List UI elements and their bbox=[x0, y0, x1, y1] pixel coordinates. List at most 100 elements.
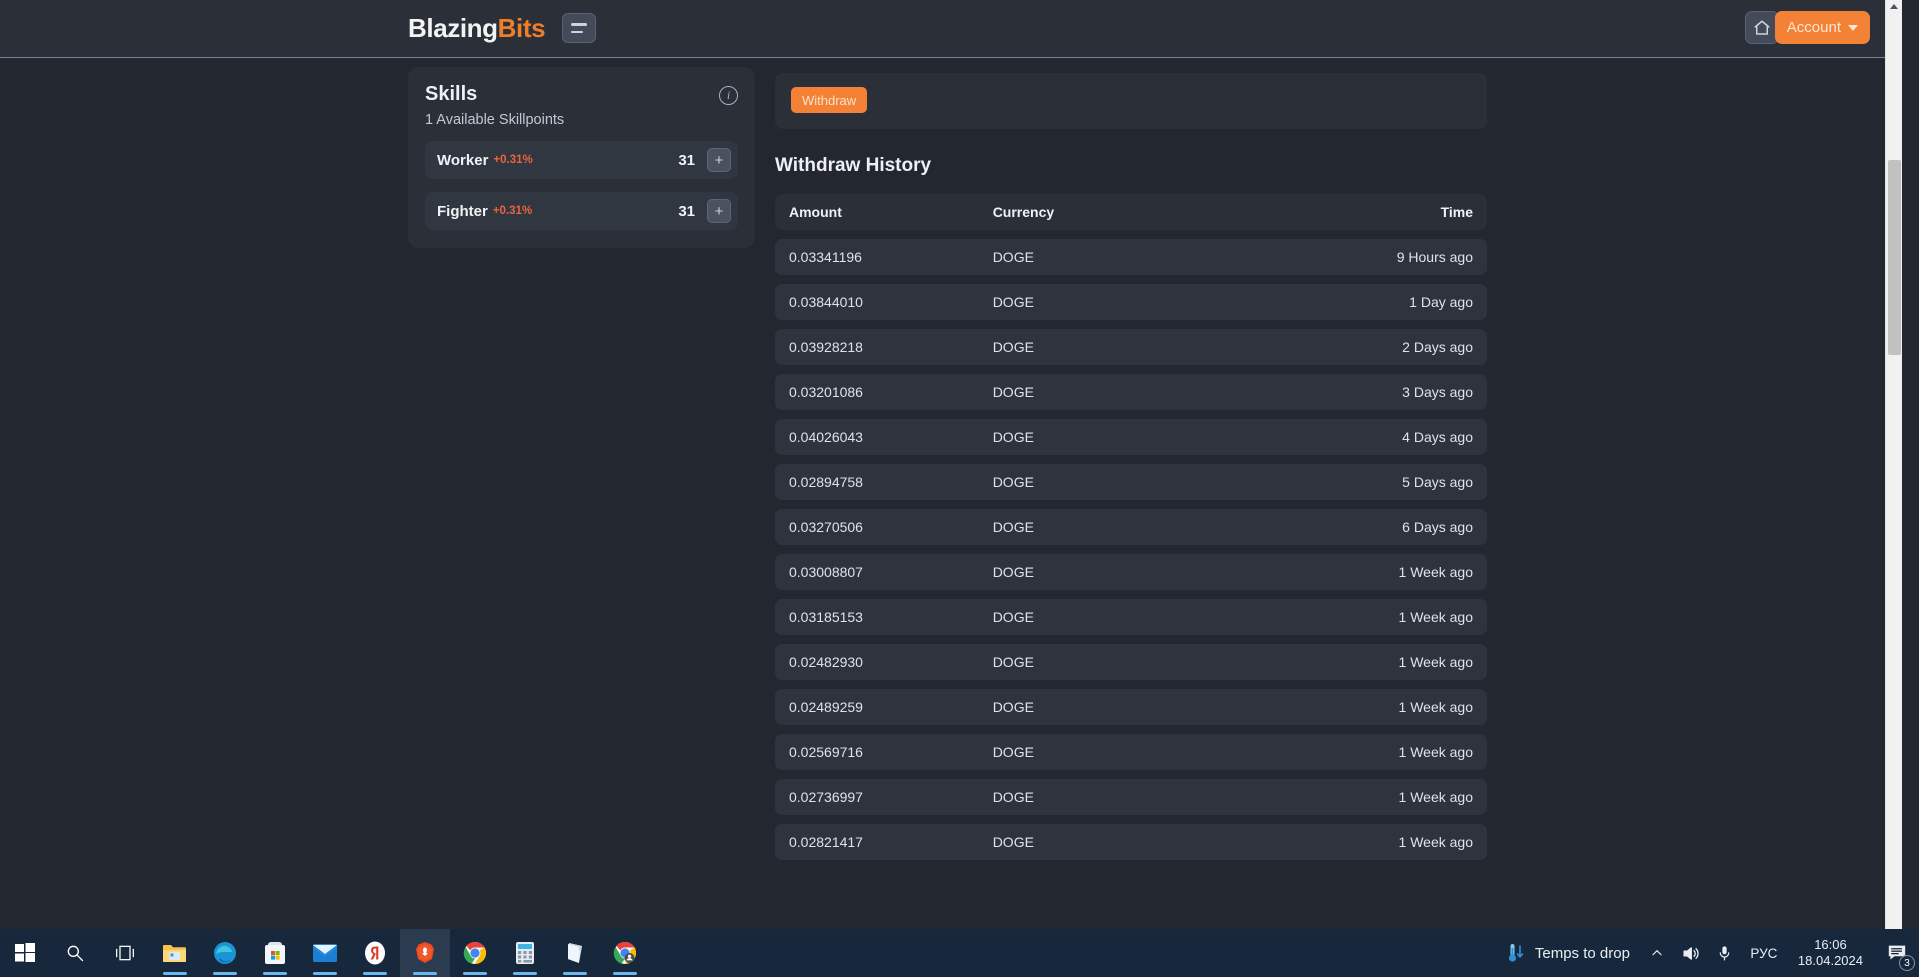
volume-button[interactable] bbox=[1674, 929, 1708, 977]
cell-amount: 0.03928218 bbox=[775, 329, 979, 365]
google-chrome-button[interactable] bbox=[450, 929, 500, 977]
skill-increase-button[interactable]: + bbox=[707, 199, 731, 223]
scrollbar-thumb[interactable] bbox=[1888, 160, 1901, 355]
cell-currency: DOGE bbox=[978, 464, 1279, 500]
search-icon bbox=[67, 945, 84, 962]
mail-icon bbox=[313, 944, 337, 962]
brave-browser-button[interactable] bbox=[400, 929, 450, 977]
cell-currency: DOGE bbox=[978, 329, 1279, 365]
cell-amount: 0.03008807 bbox=[775, 554, 979, 590]
cell-time: 1 Week ago bbox=[1278, 644, 1487, 680]
sticky-notes-icon bbox=[568, 943, 582, 963]
cell-currency: DOGE bbox=[978, 509, 1279, 545]
skill-bonus: +0.31% bbox=[492, 205, 533, 217]
google-chrome-profile-icon bbox=[613, 941, 636, 964]
calculator-button[interactable] bbox=[500, 929, 550, 977]
task-view-icon bbox=[116, 945, 134, 961]
skill-bonus: +0.31% bbox=[493, 154, 533, 166]
skill-row-fighter: Fighter +0.31% 31 + bbox=[425, 192, 738, 230]
table-row: 0.03008807 DOGE 1 Week ago bbox=[775, 554, 1487, 590]
table-row: 0.02482930 DOGE 1 Week ago bbox=[775, 644, 1487, 680]
withdraw-history-table: Amount Currency Time 0.03341196 DOGE 9 H… bbox=[775, 185, 1487, 869]
skills-card: Skills i 1 Available Skillpoints Worker … bbox=[408, 67, 755, 248]
cell-amount: 0.02489259 bbox=[775, 689, 979, 725]
start-button[interactable] bbox=[0, 929, 50, 977]
cell-time: 4 Days ago bbox=[1278, 419, 1487, 455]
google-chrome-profile-button[interactable] bbox=[600, 929, 650, 977]
task-view-button[interactable] bbox=[100, 929, 150, 977]
search-button[interactable] bbox=[50, 929, 100, 977]
logo-text-primary: Blazing bbox=[408, 13, 498, 43]
table-row: 0.02569716 DOGE 1 Week ago bbox=[775, 734, 1487, 770]
cell-time: 1 Week ago bbox=[1278, 599, 1487, 635]
available-skillpoints-label: 1 Available Skillpoints bbox=[425, 112, 565, 128]
page-scrollbar[interactable] bbox=[1885, 0, 1902, 929]
hamburger-menu-button[interactable] bbox=[562, 13, 596, 43]
thermometer-icon bbox=[1508, 944, 1524, 962]
table-row: 0.02736997 DOGE 1 Week ago bbox=[775, 779, 1487, 815]
microsoft-edge-button[interactable] bbox=[200, 929, 250, 977]
mail-button[interactable] bbox=[300, 929, 350, 977]
google-chrome-icon bbox=[463, 941, 486, 964]
skill-increase-button[interactable]: + bbox=[707, 148, 731, 172]
column-header-amount: Amount bbox=[775, 194, 979, 230]
info-icon[interactable]: i bbox=[719, 86, 738, 105]
clock-time: 16:06 bbox=[1814, 937, 1847, 952]
speaker-icon bbox=[1683, 946, 1700, 960]
table-header-row: Amount Currency Time bbox=[775, 194, 1487, 230]
table-row: 0.03928218 DOGE 2 Days ago bbox=[775, 329, 1487, 365]
home-button[interactable] bbox=[1745, 11, 1779, 44]
chevron-down-icon bbox=[1848, 24, 1858, 31]
microphone-button[interactable] bbox=[1708, 929, 1742, 977]
account-menu-button[interactable]: Account bbox=[1774, 11, 1870, 44]
home-icon bbox=[1754, 20, 1770, 35]
cell-time: 1 Week ago bbox=[1278, 554, 1487, 590]
windows-taskbar: Temps to drop РУС 16:06 18.04.2024 3 bbox=[0, 929, 1919, 977]
notifications-button[interactable]: 3 bbox=[1875, 929, 1919, 977]
table-row: 0.03185153 DOGE 1 Week ago bbox=[775, 599, 1487, 635]
skill-name: Worker bbox=[437, 151, 489, 169]
cell-time: 6 Days ago bbox=[1278, 509, 1487, 545]
microsoft-store-button[interactable] bbox=[250, 929, 300, 977]
hamburger-icon-line-2 bbox=[571, 30, 583, 33]
table-row: 0.03844010 DOGE 1 Day ago bbox=[775, 284, 1487, 320]
cell-currency: DOGE bbox=[978, 284, 1279, 320]
brave-browser-icon bbox=[416, 942, 434, 963]
cell-time: 1 Week ago bbox=[1278, 779, 1487, 815]
cell-time: 1 Week ago bbox=[1278, 824, 1487, 860]
skill-name: Fighter bbox=[437, 202, 488, 220]
cell-currency: DOGE bbox=[978, 734, 1279, 770]
skills-title: Skills bbox=[425, 83, 478, 105]
cell-currency: DOGE bbox=[978, 554, 1279, 590]
language-label: РУС bbox=[1750, 945, 1778, 961]
file-explorer-button[interactable] bbox=[150, 929, 200, 977]
column-header-currency: Currency bbox=[978, 194, 1279, 230]
calculator-icon bbox=[516, 942, 534, 964]
cell-currency: DOGE bbox=[978, 239, 1279, 275]
table-row: 0.02489259 DOGE 1 Week ago bbox=[775, 689, 1487, 725]
file-explorer-icon bbox=[163, 945, 186, 962]
cell-time: 1 Week ago bbox=[1278, 689, 1487, 725]
yandex-browser-icon bbox=[365, 941, 385, 965]
cell-amount: 0.02736997 bbox=[775, 779, 979, 815]
show-hidden-icons-button[interactable] bbox=[1640, 929, 1674, 977]
yandex-browser-button[interactable] bbox=[350, 929, 400, 977]
table-row: 0.03341196 DOGE 9 Hours ago bbox=[775, 239, 1487, 275]
scroll-up-arrow-icon[interactable] bbox=[1890, 4, 1898, 9]
table-row: 0.03270506 DOGE 6 Days ago bbox=[775, 509, 1487, 545]
cell-time: 3 Days ago bbox=[1278, 374, 1487, 410]
cell-amount: 0.02569716 bbox=[775, 734, 979, 770]
column-header-time: Time bbox=[1278, 194, 1487, 230]
clock-date: 18.04.2024 bbox=[1797, 953, 1863, 968]
cell-amount: 0.03844010 bbox=[775, 284, 979, 320]
table-row: 0.03201086 DOGE 3 Days ago bbox=[775, 374, 1487, 410]
clock[interactable]: 16:06 18.04.2024 bbox=[1786, 929, 1875, 977]
withdraw-button[interactable]: Withdraw bbox=[791, 87, 868, 113]
sticky-notes-button[interactable] bbox=[550, 929, 600, 977]
site-logo[interactable]: BlazingBits bbox=[408, 10, 546, 46]
language-indicator[interactable]: РУС bbox=[1742, 929, 1786, 977]
system-tray: Temps to drop РУС 16:06 18.04.2024 3 bbox=[1507, 929, 1919, 977]
cell-amount: 0.02821417 bbox=[775, 824, 979, 860]
skill-row-worker: Worker +0.31% 31 + bbox=[425, 141, 738, 179]
weather-widget[interactable]: Temps to drop bbox=[1507, 929, 1640, 977]
